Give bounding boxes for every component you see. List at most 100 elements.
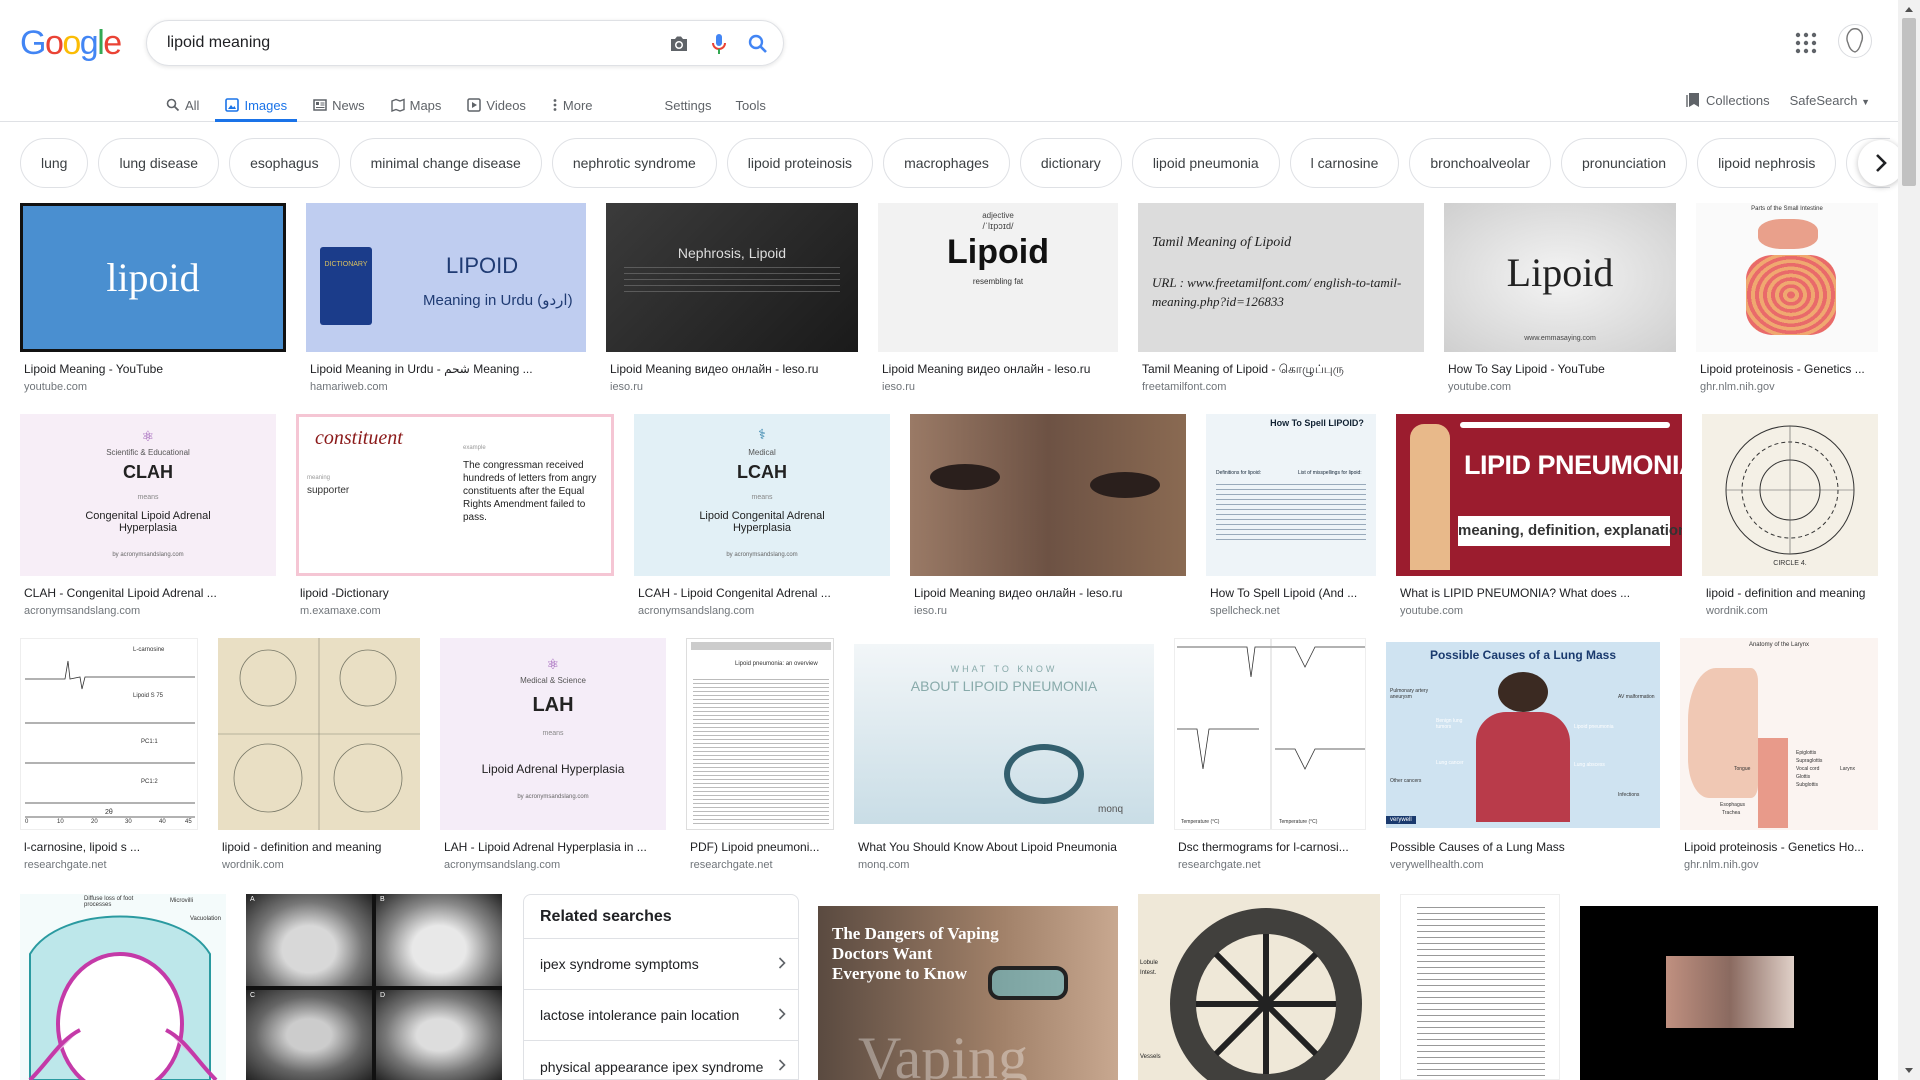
chip[interactable]: lipoid proteinosis bbox=[726, 138, 874, 188]
tab-videos[interactable]: Videos bbox=[467, 88, 526, 122]
thumb-subtext: monq bbox=[1098, 804, 1124, 815]
result-title: Lipoid proteinosis - Genetics Ho... bbox=[1684, 840, 1865, 854]
scroll-up-arrow[interactable] bbox=[1902, 2, 1916, 16]
image-result[interactable]: Temperature (°C) Temperature (°C) Dsc th… bbox=[1174, 638, 1366, 878]
image-result[interactable]: ⚕ Medical LCAH means Lipoid Congenital A… bbox=[634, 414, 890, 624]
image-result[interactable]: lipoid - definition and meaning wordnik.… bbox=[218, 638, 420, 878]
result-source: m.examaxe.com bbox=[300, 605, 381, 617]
chip[interactable]: lipoid pneumonia bbox=[1131, 138, 1280, 188]
thumb-label: Infections bbox=[1618, 792, 1640, 798]
thumb-axis-label: 2θ bbox=[105, 809, 113, 816]
account-avatar[interactable] bbox=[1838, 24, 1872, 58]
result-thumbnail: Nephrosis, Lipoid bbox=[606, 203, 858, 352]
image-result[interactable] bbox=[1400, 894, 1560, 1080]
video-frame-image bbox=[1666, 956, 1794, 1028]
mic-icon[interactable] bbox=[706, 31, 732, 57]
chip[interactable]: bronchoalveolar bbox=[1409, 138, 1551, 188]
ct-scan-image bbox=[246, 894, 372, 986]
result-source: researchgate.net bbox=[24, 859, 107, 871]
thumb-label: Lobule bbox=[1140, 960, 1159, 966]
thumb-text: LAH bbox=[532, 694, 574, 716]
related-search-item[interactable]: lactose intolerance pain location bbox=[524, 990, 798, 1041]
image-result[interactable]: L-carnosine Lipoid S 75 PC1:1 PC1:2 0 10… bbox=[20, 638, 198, 878]
image-result[interactable]: Lipoid pneumonia: an overview PDF) Lipoi… bbox=[686, 638, 834, 878]
result-source: ieso.ru bbox=[914, 605, 948, 617]
image-result[interactable]: lipoid Lipoid Meaning - YouTube youtube.… bbox=[20, 203, 286, 403]
result-title: PDF) Lipoid pneumoni... bbox=[690, 840, 820, 854]
related-search-item[interactable]: physical appearance ipex syndrome bbox=[524, 1041, 798, 1080]
search-icon[interactable] bbox=[745, 31, 771, 57]
collections-button[interactable]: Collections bbox=[1686, 92, 1770, 108]
image-result[interactable]: DICTIONARY LIPOID Meaning in Urdu (اردو)… bbox=[306, 203, 586, 403]
result-source: freetamilfont.com bbox=[1142, 381, 1227, 393]
image-result[interactable]: ⚛ Medical & Science LAH means Lipoid Adr… bbox=[440, 638, 666, 878]
search-box[interactable] bbox=[146, 20, 784, 66]
image-result[interactable]: LIPID PNEUMONIA meaning, definition, exp… bbox=[1396, 414, 1682, 624]
tab-more[interactable]: More bbox=[552, 88, 593, 122]
ct-scan-image bbox=[376, 990, 502, 1080]
result-thumbnail: How To Spell LIPOID? Definitions for lip… bbox=[1206, 414, 1376, 576]
image-result[interactable]: CIRCLE 4. lipoid - definition and meanin… bbox=[1702, 414, 1878, 624]
image-result[interactable]: Nephrosis, Lipoid Lipoid Meaning видео о… bbox=[606, 203, 858, 403]
image-result[interactable]: Tamil Meaning of Lipoid URL : www.freeta… bbox=[1138, 203, 1424, 403]
image-result[interactable]: Lipoid Meaning видео онлайн - leso.ru ie… bbox=[910, 414, 1186, 624]
image-result[interactable]: A B C D bbox=[246, 894, 502, 1080]
result-title: LCAH - Lipoid Congenital Adrenal ... bbox=[638, 586, 831, 600]
thumb-text: Possible Causes of a Lung Mass bbox=[1429, 648, 1617, 662]
tab-images[interactable]: Images bbox=[215, 88, 297, 122]
intestine-image bbox=[1746, 255, 1836, 335]
thumb-label: Tongue bbox=[1734, 766, 1751, 772]
thumb-tick: 0 bbox=[25, 819, 29, 825]
chip[interactable]: esophagus bbox=[229, 138, 340, 188]
google-logo[interactable]: Google bbox=[20, 24, 122, 63]
circle-diagram bbox=[1725, 425, 1855, 555]
image-result[interactable]: adjective /ˈlɪpɔɪd/ Lipoid resembling fa… bbox=[878, 203, 1118, 403]
tab-news[interactable]: News bbox=[313, 88, 365, 122]
image-result[interactable]: The Dangers of Vaping Doctors Want Every… bbox=[818, 906, 1118, 1080]
chip[interactable]: pronunciation bbox=[1561, 138, 1688, 188]
result-thumbnail: The Dangers of Vaping Doctors Want Every… bbox=[818, 906, 1118, 1080]
scrollbar-thumb[interactable] bbox=[1902, 18, 1916, 186]
chip[interactable]: nephrotic syndrome bbox=[551, 138, 717, 188]
chip[interactable]: dictionary bbox=[1019, 138, 1122, 188]
chip[interactable]: minimal change disease bbox=[349, 138, 542, 188]
tab-label: More bbox=[562, 97, 593, 113]
search-input[interactable] bbox=[167, 31, 647, 55]
related-search-item[interactable]: ipex syndrome symptoms bbox=[524, 939, 798, 990]
image-result[interactable]: Anatomy of the Larynx Tongue Epiglottis … bbox=[1680, 638, 1878, 878]
thumb-label: Pulmonary artery aneurysm bbox=[1390, 688, 1429, 700]
result-title: Tamil Meaning of Lipoid - கொழுப்புரு bbox=[1142, 362, 1344, 376]
thumb-axis-label: Temperature (°C) bbox=[1279, 819, 1318, 825]
chip[interactable]: lung disease bbox=[98, 138, 220, 188]
tab-maps[interactable]: Maps bbox=[390, 88, 441, 122]
thumb-label: AV malformation bbox=[1618, 694, 1655, 700]
thumb-text: LIPOID bbox=[446, 253, 519, 278]
chip[interactable]: lung bbox=[20, 138, 89, 188]
image-result[interactable]: Lobule Intest. Vessels bbox=[1138, 894, 1380, 1080]
image-result[interactable]: Lipoid www.emmasaying.com How To Say Lip… bbox=[1444, 203, 1676, 403]
thumb-label: D bbox=[380, 992, 386, 999]
image-result[interactable] bbox=[1580, 906, 1878, 1080]
image-result[interactable]: Possible Causes of a Lung Mass Pulmonary… bbox=[1386, 638, 1660, 878]
result-title: LAH - Lipoid Adrenal Hyperplasia in ... bbox=[444, 840, 647, 854]
safesearch-button[interactable]: SafeSearch ▼ bbox=[1790, 93, 1870, 108]
chip[interactable]: lipoid nephrosis bbox=[1697, 138, 1837, 188]
tab-all[interactable]: All bbox=[166, 88, 199, 122]
result-thumbnail: Anatomy of the Larynx Tongue Epiglottis … bbox=[1680, 638, 1878, 830]
image-result[interactable]: Parts of the Small Intestine Lipoid prot… bbox=[1696, 203, 1878, 403]
thumb-text: LCAH bbox=[737, 462, 787, 482]
chip[interactable]: l carnosine bbox=[1289, 138, 1400, 188]
image-result[interactable]: constituent example meaning supporter Th… bbox=[296, 414, 614, 624]
apps-grid-icon[interactable] bbox=[1794, 31, 1818, 55]
tools-link[interactable]: Tools bbox=[736, 88, 766, 122]
image-result[interactable]: ⚛ Scientific & Educational CLAH means Co… bbox=[20, 414, 276, 624]
thumb-fine-text bbox=[1216, 484, 1366, 544]
chip[interactable]: macrophages bbox=[883, 138, 1010, 188]
settings-link[interactable]: Settings bbox=[665, 88, 712, 122]
camera-icon[interactable] bbox=[666, 31, 692, 57]
image-result[interactable]: How To Spell LIPOID? Definitions for lip… bbox=[1206, 414, 1376, 624]
image-result[interactable]: WHAT TO KNOW ABOUT LIPOID PNEUMONIA monq… bbox=[854, 638, 1154, 878]
related-search-label: ipex syndrome symptoms bbox=[540, 956, 699, 972]
scroll-down-arrow[interactable] bbox=[1902, 1064, 1916, 1078]
image-result[interactable]: Diffuse loss of foot processes Microvill… bbox=[20, 894, 226, 1080]
